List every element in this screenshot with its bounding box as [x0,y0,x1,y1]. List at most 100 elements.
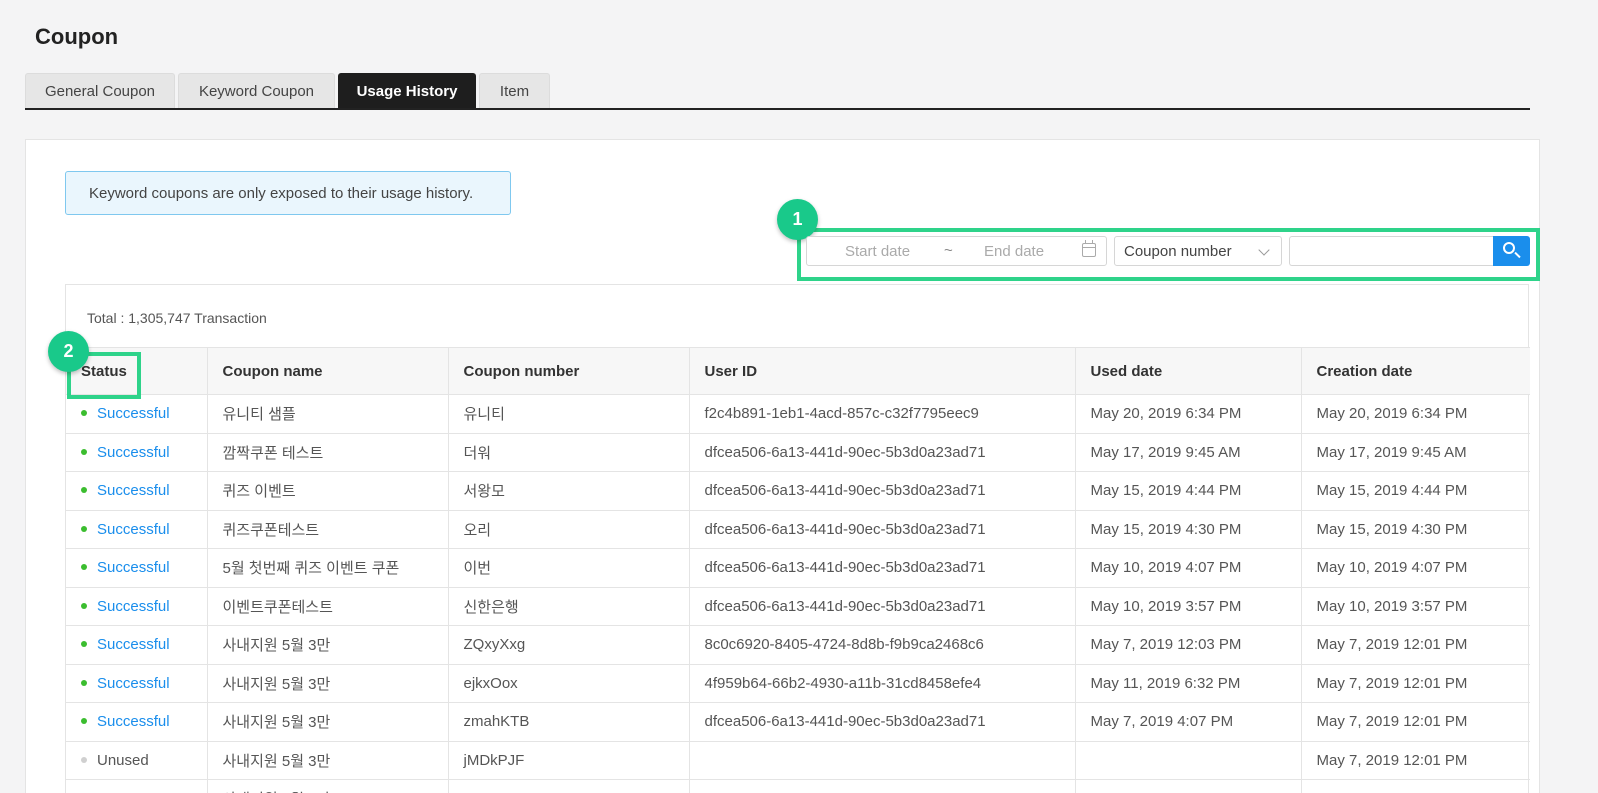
status-cell: Successful [66,548,208,588]
status-label: Unused [97,751,149,769]
used-date-cell: May 11, 2019 6:32 PM [1075,664,1302,703]
usage-history-table: Status Coupon name Coupon number User ID… [66,347,1530,793]
status-dot-icon [81,602,87,609]
table-row[interactable]: Unused 사내지원 5월 3만 jMDkPJF May 7, 2019 12:01… [66,741,1530,780]
used-date-cell: May 20, 2019 6:34 PM [1075,394,1302,434]
status-label[interactable]: Successful [97,559,170,576]
user-id-cell: dfcea506-6a13-441d-90ec-5b3d0a23ad71 [689,587,1076,626]
coupon-name-cell: 사내지원 5월 3만 [207,625,449,665]
date-range-picker[interactable]: Start date ~ End date [806,236,1107,266]
coupon-name-cell: 사내지원 5월 3만 [207,702,449,742]
user-id-cell [689,741,1076,780]
column-header-used-date[interactable]: Used date [1075,347,1302,395]
notice-text: Keyword coupons are only exposed to thei… [89,184,474,202]
used-date-text: May 10, 2019 3:57 PM [1090,597,1242,615]
status-dot-icon [81,679,87,686]
tab-item[interactable]: Item [479,73,550,108]
coupon-name-cell: 사내지원 5월 3만 [207,741,449,780]
status-label[interactable]: Successful [97,598,170,615]
user-id-cell: dfcea506-6a13-441d-90ec-5b3d0a23ad71 [689,548,1076,588]
status-label[interactable]: Successful [97,521,170,538]
coupon-name-cell: 사내지원 5월 3만 [207,779,449,793]
table-row[interactable]: Successful 사내지원 5월 3만 ejkxOox 4f959b64-66b2… [66,664,1530,703]
user-id-cell: dfcea506-6a13-441d-90ec-5b3d0a23ad71 [689,471,1076,511]
coupon-number-text: 오리 [463,521,492,539]
user-id-text: dfcea506-6a13-441d-90ec-5b3d0a23ad71 [704,559,986,577]
coupon-number-cell [448,779,690,793]
status-label[interactable]: Successful [97,675,170,692]
creation-date-cell: May 7, 2019 12:01 PM [1301,625,1530,665]
search-input[interactable] [1289,236,1493,266]
status-label[interactable]: Successful [97,482,170,499]
tab-keyword-coupon[interactable]: Keyword Coupon [178,73,335,108]
creation-date-text: May 15, 2019 4:30 PM [1316,520,1468,538]
column-header-coupon-name[interactable]: Coupon name [207,347,449,395]
coupon-number-cell: 유니티 [448,394,690,434]
column-header-user-id[interactable]: User ID [689,347,1076,395]
date-separator: ~ [944,242,953,259]
total-count: Total : 1,305,747 Transaction [87,310,267,326]
table-row[interactable]: Successful 퀴즈 이벤트 서왕모 dfcea506-6a13-441d-90… [66,471,1530,511]
status-label[interactable]: Successful [97,444,170,461]
used-date-text: May 10, 2019 4:07 PM [1090,559,1242,577]
user-id-cell: dfcea506-6a13-441d-90ec-5b3d0a23ad71 [689,510,1076,549]
calendar-icon[interactable] [1082,240,1096,257]
status-cell: Successful [66,433,208,472]
column-header-coupon-number[interactable]: Coupon number [448,347,690,395]
search-icon [1503,242,1515,254]
creation-date-text: May 10, 2019 4:07 PM [1316,559,1468,577]
status-label[interactable]: Successful [97,713,170,730]
used-date-cell: May 7, 2019 12:03 PM [1075,625,1302,665]
used-date-text: May 7, 2019 12:03 PM [1090,636,1242,654]
status-dot-icon [81,487,87,494]
coupon-name-text: 퀴즈 이벤트 [222,483,296,501]
user-id-text: f2c4b891-1eb1-4acd-857c-c32f7795eec9 [704,405,979,423]
table-row[interactable]: Successful 5월 첫번째 퀴즈 이벤트 쿠폰 이번 dfcea506-6a1… [66,548,1530,588]
coupon-number-cell: 신한은행 [448,587,690,626]
status-label[interactable]: Successful [97,405,170,422]
creation-date-text: May 20, 2019 6:34 PM [1316,405,1468,423]
status-dot-icon [81,718,87,725]
creation-date-cell: May 10, 2019 3:57 PM [1301,587,1530,626]
user-id-text: 8c0c6920-8405-4724-8d8b-f9b9ca2468c6 [704,636,984,654]
table-row[interactable]: Successful 사내지원 5월 3만 ZQxyXxg 8c0c6920-8405… [66,625,1530,665]
coupon-name-cell: 깜짝쿠폰 테스트 [207,433,449,472]
end-date-field[interactable]: End date [984,243,1044,260]
status-dot-icon [81,410,87,417]
table-row[interactable]: 사내지원 5월 3만 [66,779,1530,793]
status-dot-icon [81,448,87,455]
start-date-field[interactable]: Start date [845,243,910,260]
coupon-number-cell: ZQxyXxg [448,625,690,665]
user-id-text: dfcea506-6a13-441d-90ec-5b3d0a23ad71 [704,713,986,731]
status-cell: Successful [66,471,208,511]
status-label[interactable]: Successful [97,636,170,653]
table-row[interactable]: Successful 유니티 샘플 유니티 f2c4b891-1eb1-4acd-85… [66,394,1530,434]
user-id-text: dfcea506-6a13-441d-90ec-5b3d0a23ad71 [704,443,986,461]
coupon-number-text: 유니티 [463,406,505,424]
status-cell: Successful [66,587,208,626]
table-row[interactable]: Successful 이벤트쿠폰테스트 신한은행 dfcea506-6a13-441d… [66,587,1530,626]
tab-usage-history[interactable]: Usage History [338,73,476,108]
table-row[interactable]: Successful 퀴즈쿠폰테스트 오리 dfcea506-6a13-441d-90… [66,510,1530,549]
used-date-cell: May 17, 2019 9:45 AM [1075,433,1302,472]
status-cell: Successful [66,625,208,665]
coupon-name-cell: 유니티 샘플 [207,394,449,434]
search-button[interactable] [1493,236,1530,266]
table-row[interactable]: Successful 사내지원 5월 3만 zmahKTB dfcea506-6a13… [66,702,1530,742]
coupon-number-text: 이번 [463,560,492,578]
tab-general-coupon[interactable]: General Coupon [25,73,175,108]
table-row[interactable]: Successful 깜짝쿠폰 테스트 더워 dfcea506-6a13-441d-9… [66,433,1530,472]
creation-date-text: May 15, 2019 4:44 PM [1316,482,1468,500]
used-date-text: May 7, 2019 4:07 PM [1090,713,1234,731]
used-date-cell [1075,779,1302,793]
coupon-name-text: 이벤트쿠폰테스트 [222,598,333,616]
column-header-creation-date[interactable]: Creation date [1301,347,1530,395]
used-date-text: May 11, 2019 6:32 PM [1090,674,1241,692]
search-type-select[interactable]: Coupon number [1114,236,1282,266]
status-cell [66,779,208,793]
coupon-name-cell: 이벤트쿠폰테스트 [207,587,449,626]
creation-date-cell: May 17, 2019 9:45 AM [1301,433,1530,472]
status-dot-icon [81,641,87,648]
creation-date-cell: May 15, 2019 4:44 PM [1301,471,1530,511]
info-notice: Keyword coupons are only exposed to thei… [65,171,511,215]
